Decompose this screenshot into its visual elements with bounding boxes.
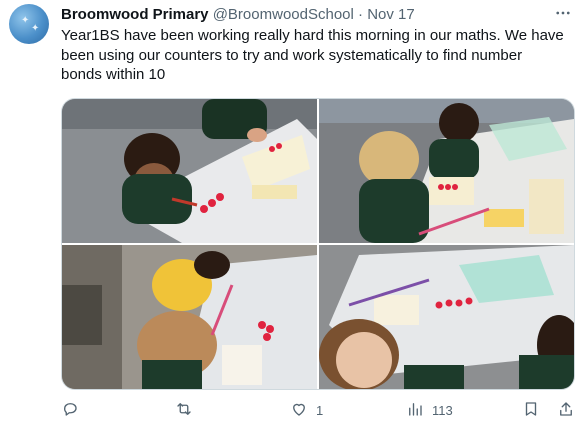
author-name[interactable]: Broomwood Primary bbox=[61, 6, 209, 23]
bookmark-button[interactable] bbox=[522, 400, 540, 420]
tweet-header: Broomwood Primary @BroomwoodSchool · Nov… bbox=[61, 6, 544, 24]
photo-1[interactable] bbox=[62, 99, 317, 243]
like-count: 1 bbox=[316, 402, 324, 418]
bird-icon: ✦ bbox=[31, 23, 40, 34]
like-button[interactable]: 1 bbox=[290, 400, 323, 420]
share-icon bbox=[557, 400, 575, 421]
retweet-button[interactable] bbox=[175, 400, 193, 420]
reply-icon bbox=[61, 400, 79, 421]
tweet-actions: 1 113 bbox=[61, 400, 577, 420]
analytics-icon bbox=[406, 400, 424, 421]
retweet-icon bbox=[175, 400, 193, 421]
author-avatar[interactable]: ✦ ✦ bbox=[9, 4, 49, 44]
separator-dot: · bbox=[358, 6, 364, 23]
tweet-date[interactable]: Nov 17 bbox=[367, 6, 415, 23]
photo-4[interactable] bbox=[319, 245, 574, 389]
bird-icon: ✦ bbox=[21, 15, 30, 26]
photo-3[interactable] bbox=[62, 245, 317, 389]
bookmark-icon bbox=[522, 400, 540, 421]
media-grid[interactable] bbox=[61, 98, 575, 390]
heart-icon bbox=[290, 400, 308, 421]
reply-button[interactable] bbox=[61, 400, 79, 420]
views-button[interactable]: 113 bbox=[406, 400, 453, 420]
share-button[interactable] bbox=[557, 400, 575, 420]
author-handle[interactable]: @BroomwoodSchool bbox=[213, 6, 354, 23]
views-count: 113 bbox=[432, 402, 453, 418]
more-options-icon[interactable] bbox=[554, 4, 572, 25]
tweet-text: Year1BS have been working really hard th… bbox=[61, 27, 564, 83]
photo-2[interactable] bbox=[319, 99, 574, 243]
